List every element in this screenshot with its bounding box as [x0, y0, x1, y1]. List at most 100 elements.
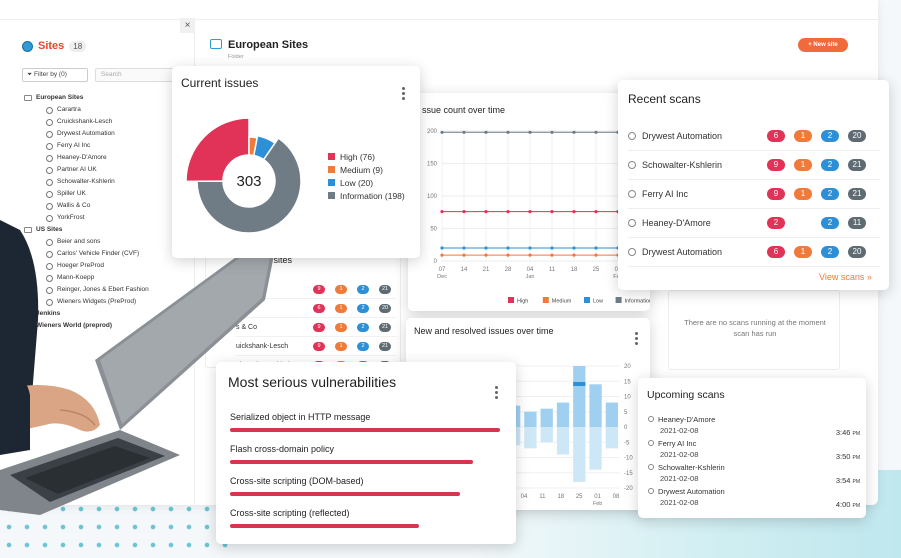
upcoming-scan-row[interactable]: Drywest Automation 2021-02-08 4:00 PM	[648, 487, 860, 509]
vulnerability-label: Serialized object in HTTP message	[230, 412, 371, 422]
tree-item[interactable]: Schowalter-Kshlerin	[22, 176, 149, 188]
legend-swatch	[542, 297, 549, 303]
y-tick-label: 150	[427, 162, 438, 168]
tree-item[interactable]: Drywest Automation	[22, 128, 149, 140]
page-subtitle: Folder	[228, 54, 244, 60]
data-point-high	[528, 210, 532, 214]
legend-swatch	[328, 192, 335, 199]
view-scans-link[interactable]: View scans »	[819, 272, 872, 282]
site-icon	[628, 190, 636, 198]
upcoming-scan-row[interactable]: Schowalter-Kshlerin 2021-02-08 3:54 PM	[648, 463, 860, 485]
search-input[interactable]: Search	[95, 68, 175, 82]
scan-badges: 9 1 2 21	[767, 159, 875, 171]
y-tick-label: 15	[624, 379, 631, 385]
vulnerability-row[interactable]: Flash cross-domain policy	[230, 444, 500, 464]
legend-swatch	[584, 297, 590, 303]
bar-resolved	[540, 427, 553, 443]
recent-scan-row[interactable]: Drywest Automation 6 1 2 20	[628, 122, 880, 151]
legend-item: Medium (9)	[328, 163, 405, 176]
upcoming-scan-name: Heaney-D'Amore	[658, 415, 716, 424]
recent-scan-row[interactable]: Schowalter-Kshlerin 9 1 2 21	[628, 151, 880, 180]
tree-item[interactable]: Carartra	[22, 104, 149, 116]
upcoming-scan-name-line: Drywest Automation	[648, 487, 860, 496]
time-value: 3:50	[835, 452, 853, 461]
vulnerability-row[interactable]: Serialized object in HTTP message	[230, 412, 500, 432]
upcoming-scan-date: 2021-02-08	[660, 474, 699, 483]
badge-low: 2	[821, 246, 839, 258]
data-point-medium	[528, 253, 532, 257]
severity-badge: 1	[335, 304, 347, 313]
time-value: 3:46	[835, 428, 853, 437]
tree-item-label: Heaney-D'Amore	[57, 154, 107, 161]
recent-scan-row[interactable]: Drywest Automation 6 1 2 20	[628, 238, 880, 267]
folder-icon	[210, 39, 222, 49]
site-icon	[46, 178, 53, 186]
sites-header: Sites 18	[22, 40, 87, 52]
legend-item: Information (198)	[328, 189, 405, 202]
recent-scan-row[interactable]: Ferry AI Inc 9 1 2 21	[628, 180, 880, 209]
tree-item[interactable]: Heaney-D'Amore	[22, 152, 149, 164]
x-tick-label: 07	[439, 267, 446, 273]
site-icon	[46, 130, 53, 138]
upcoming-scan-time: 3:46 PM	[836, 428, 860, 437]
data-point-low	[440, 246, 444, 250]
upcoming-scan-time: 3:54 PM	[836, 476, 860, 485]
legend-label: Low	[593, 299, 603, 305]
site-icon	[46, 166, 53, 174]
site-icon	[46, 106, 53, 114]
tree-item[interactable]: European Sites	[22, 92, 149, 104]
legend-item: Low (20)	[328, 176, 405, 189]
upcoming-scan-name: Schowalter-Kshlerin	[658, 463, 725, 472]
recent-scan-row[interactable]: Heaney-D'Amore 20211	[628, 209, 880, 238]
issues-legend: High (76) Medium (9) Low (20) Information (…	[328, 150, 405, 202]
vulnerability-row[interactable]: Cross-site scripting (DOM-based)	[230, 476, 500, 496]
severity-badge: 9	[313, 342, 325, 351]
upcoming-scan-row[interactable]: Heaney-D'Amore 2021-02-08 3:46 PM	[648, 415, 860, 437]
vulnerabilities-menu-icon[interactable]	[495, 386, 499, 401]
upcoming-scan-name-line: Ferry AI Inc	[648, 439, 860, 448]
y-tick-label: 0	[624, 425, 628, 431]
data-point-high	[462, 210, 466, 214]
upcoming-scan-time: 3:50 PM	[836, 452, 860, 461]
data-point-information	[572, 130, 576, 134]
y-tick-label: -10	[624, 456, 633, 462]
upcoming-scan-date: 2021-02-08	[660, 426, 699, 435]
legend-label: Information (198)	[340, 190, 405, 201]
scan-site-name: Drywest Automation	[642, 131, 723, 141]
tree-item[interactable]: Wallis & Co	[22, 200, 149, 212]
severity-badge: 6	[313, 304, 325, 313]
scan-site-name: Heaney-D'Amore	[642, 218, 711, 228]
data-point-high	[506, 210, 510, 214]
current-issues-menu-icon[interactable]	[402, 87, 406, 102]
tree-item[interactable]: Spiller UK	[22, 188, 149, 200]
bar-resolved	[589, 427, 602, 470]
tree-item[interactable]: Ferry AI Inc	[22, 140, 149, 152]
legend-swatch	[328, 179, 335, 186]
bar-resolved	[556, 427, 570, 455]
x-tick-label: 25	[593, 267, 600, 273]
tree-item[interactable]: Partner AI UK	[22, 164, 149, 176]
data-point-medium	[550, 253, 554, 257]
vulnerability-row[interactable]: Cross-site scripting (reflected)	[230, 508, 500, 528]
new-site-button[interactable]: + New site	[798, 38, 848, 52]
data-point-low	[572, 246, 576, 250]
badge-medium: 1	[794, 159, 812, 171]
vulnerabilities-card: Most serious vulnerabilities Serialized …	[216, 362, 516, 544]
upcoming-scan-name: Drywest Automation	[658, 487, 725, 496]
badge-medium: 1	[794, 130, 812, 142]
filter-button[interactable]: ⏷ Filter by (0)	[22, 68, 88, 82]
data-point-medium	[594, 253, 598, 257]
data-point-information	[528, 130, 532, 134]
tree-item[interactable]: Cruickshank-Lesch	[22, 116, 149, 128]
data-point-medium	[506, 253, 510, 257]
severity-badge: 2	[357, 285, 369, 294]
y-tick-label: 5	[624, 410, 628, 416]
tree-item-label: Schowalter-Kshlerin	[57, 178, 115, 185]
data-point-low	[528, 246, 532, 250]
upcoming-scan-row[interactable]: Ferry AI Inc 2021-02-08 3:50 PM	[648, 439, 860, 461]
x-tick-label: 04	[527, 267, 534, 273]
close-icon[interactable]: ×	[180, 18, 195, 33]
upcoming-scan-name: Ferry AI Inc	[658, 439, 697, 448]
scan-badges: 20211	[767, 217, 875, 229]
site-icon	[46, 202, 53, 210]
